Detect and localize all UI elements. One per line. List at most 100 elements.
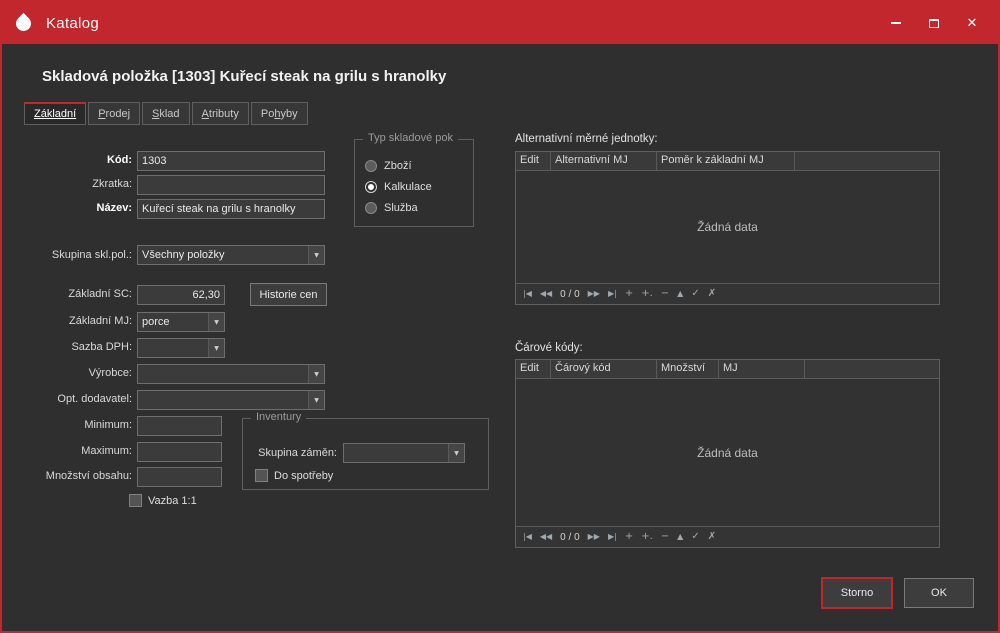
skupina-skl-pol-value: Všechny položky [142, 249, 225, 261]
minimize-button[interactable] [884, 13, 908, 33]
column-header-mnozstvi[interactable]: Množství [657, 360, 719, 378]
opt-dodavatel-select[interactable]: ▼ [137, 390, 325, 410]
sazba-dph-label: Sazba DPH: [71, 341, 132, 353]
mnozstvi-obsahu-input[interactable] [137, 467, 222, 487]
carove-kody-grid: Edit Čárový kód Množství MJ Žádná data |… [515, 359, 940, 548]
ok-button[interactable]: OK [904, 578, 974, 608]
maximum-input[interactable] [137, 442, 222, 462]
nav-last-icon[interactable]: ▶| [608, 290, 617, 298]
radio-kalkulace[interactable]: Kalkulace [365, 181, 432, 193]
title-bar: Katalog ✕ [2, 2, 998, 44]
nav-edit-icon[interactable]: ▲ [677, 290, 683, 298]
column-header-filler [805, 360, 939, 378]
nav-add-icon[interactable]: + [625, 532, 633, 542]
tab-atributy[interactable]: Atributy [191, 102, 249, 125]
tab-sklad[interactable]: Sklad [142, 102, 190, 125]
mnozstvi-obsahu-label: Množství obsahu: [45, 470, 132, 482]
minimum-label: Minimum: [84, 419, 132, 431]
skupina-zamen-label: Skupina záměn: [258, 447, 337, 459]
maximize-icon [929, 18, 939, 28]
radio-icon [365, 160, 377, 172]
storno-button[interactable]: Storno [822, 578, 892, 608]
window-controls: ✕ [884, 13, 984, 33]
column-header-pomer[interactable]: Poměr k základní MJ [657, 152, 795, 170]
tab-label: Atributy [201, 108, 239, 120]
nav-next-icon[interactable]: ▶▶ [588, 290, 600, 298]
inventury-title: Inventury [251, 411, 307, 423]
inventury-group: Inventury Skupina záměn: ▼ Do spotřeby [242, 411, 489, 490]
column-header-mj[interactable]: MJ [719, 360, 805, 378]
zakladni-mj-value: porce [142, 316, 170, 328]
skupina-zamen-select[interactable]: ▼ [343, 443, 465, 463]
historie-cen-button[interactable]: Historie cen [250, 283, 327, 306]
tab-prodej[interactable]: Prodej [88, 102, 141, 125]
tab-strip: Základní Prodej Sklad Atributy Pohyby [24, 102, 308, 125]
maximize-button[interactable] [922, 13, 946, 33]
nav-first-icon[interactable]: |◀ [523, 290, 532, 298]
nav-edit-icon[interactable]: ▲ [677, 533, 683, 541]
column-header-carovy-kod[interactable]: Čárový kód [551, 360, 657, 378]
nav-first-icon[interactable]: |◀ [523, 533, 532, 541]
radio-icon [365, 181, 377, 193]
kod-label: Kód: [106, 154, 132, 166]
nav-accept-icon[interactable]: ✓ [691, 532, 699, 542]
alt-jednotky-grid: Edit Alternativní MJ Poměr k základní MJ… [515, 151, 940, 305]
nav-record-counter: 0 / 0 [560, 531, 580, 543]
carove-kody-navigator: |◀ ◀◀ 0 / 0 ▶▶ ▶| + +. − ▲ ✓ ✗ [516, 526, 939, 547]
skupina-zamen-value [344, 444, 448, 462]
do-spotreby-label: Do spotřeby [274, 470, 334, 482]
zkratka-input[interactable] [137, 175, 325, 195]
chevron-down-icon: ▼ [208, 313, 224, 331]
empty-data-text: Žádná data [697, 445, 758, 460]
nav-prev-icon[interactable]: ◀◀ [540, 290, 552, 298]
nav-cancel-icon[interactable]: ✗ [708, 532, 716, 542]
kod-input[interactable] [137, 151, 325, 171]
chevron-down-icon: ▼ [308, 391, 324, 409]
page-title: Skladová položka [1303] Kuřecí steak na … [42, 68, 447, 85]
skupina-skl-pol-select[interactable]: Všechny položky ▼ [137, 245, 325, 265]
nav-remove-icon[interactable]: − [661, 532, 669, 542]
nav-cancel-icon[interactable]: ✗ [708, 289, 716, 299]
radio-label: Kalkulace [384, 181, 432, 193]
tab-zakladni[interactable]: Základní [24, 102, 87, 125]
vyrobce-select[interactable]: ▼ [137, 364, 325, 384]
zakladni-mj-label: Základní MJ: [69, 315, 132, 327]
vazba-1-1-checkbox[interactable] [129, 494, 142, 507]
nazev-input[interactable] [137, 199, 325, 219]
close-button[interactable]: ✕ [960, 13, 984, 33]
nav-last-icon[interactable]: ▶| [608, 533, 617, 541]
tab-label: Základní [34, 108, 77, 120]
nav-prev-icon[interactable]: ◀◀ [540, 533, 552, 541]
close-icon: ✕ [966, 15, 978, 31]
column-header-edit[interactable]: Edit [516, 360, 551, 378]
sazba-dph-select[interactable]: ▼ [137, 338, 225, 358]
zakladni-sc-input[interactable] [137, 285, 225, 305]
zkratka-label: Zkratka: [92, 178, 132, 190]
column-header-edit[interactable]: Edit [516, 152, 551, 170]
nazev-label: Název: [96, 202, 132, 214]
alt-jednotky-title: Alternativní měrné jednotky: [515, 133, 658, 145]
vyrobce-label: Výrobce: [88, 367, 132, 379]
tab-pohyby[interactable]: Pohyby [250, 102, 308, 125]
radio-zbozi[interactable]: Zboží [365, 160, 412, 172]
katalog-window: Katalog ✕ Skladová položka [1303] Kuřecí… [0, 0, 1000, 633]
zakladni-mj-select[interactable]: porce ▼ [137, 312, 225, 332]
nav-accept-icon[interactable]: ✓ [691, 289, 699, 299]
nav-remove-icon[interactable]: − [661, 289, 669, 299]
nav-record-counter: 0 / 0 [560, 288, 580, 300]
opt-dodavatel-value [138, 391, 308, 409]
minimum-input[interactable] [137, 416, 222, 436]
typ-skladove-polozky-group: Typ skladové pok Zboží Kalkulace Služba [354, 132, 474, 227]
opt-dodavatel-label: Opt. dodavatel: [57, 393, 132, 405]
column-header-alternativni-mj[interactable]: Alternativní MJ [551, 152, 657, 170]
chevron-down-icon: ▼ [308, 365, 324, 383]
carove-kody-title: Čárové kódy: [515, 342, 583, 354]
radio-sluzba[interactable]: Služba [365, 202, 418, 214]
nav-insert-icon[interactable]: +. [641, 289, 653, 299]
nav-add-icon[interactable]: + [625, 289, 633, 299]
nav-insert-icon[interactable]: +. [641, 532, 653, 542]
do-spotreby-checkbox[interactable] [255, 469, 268, 482]
chevron-down-icon: ▼ [448, 444, 464, 462]
nav-next-icon[interactable]: ▶▶ [588, 533, 600, 541]
minimize-icon [891, 22, 901, 24]
